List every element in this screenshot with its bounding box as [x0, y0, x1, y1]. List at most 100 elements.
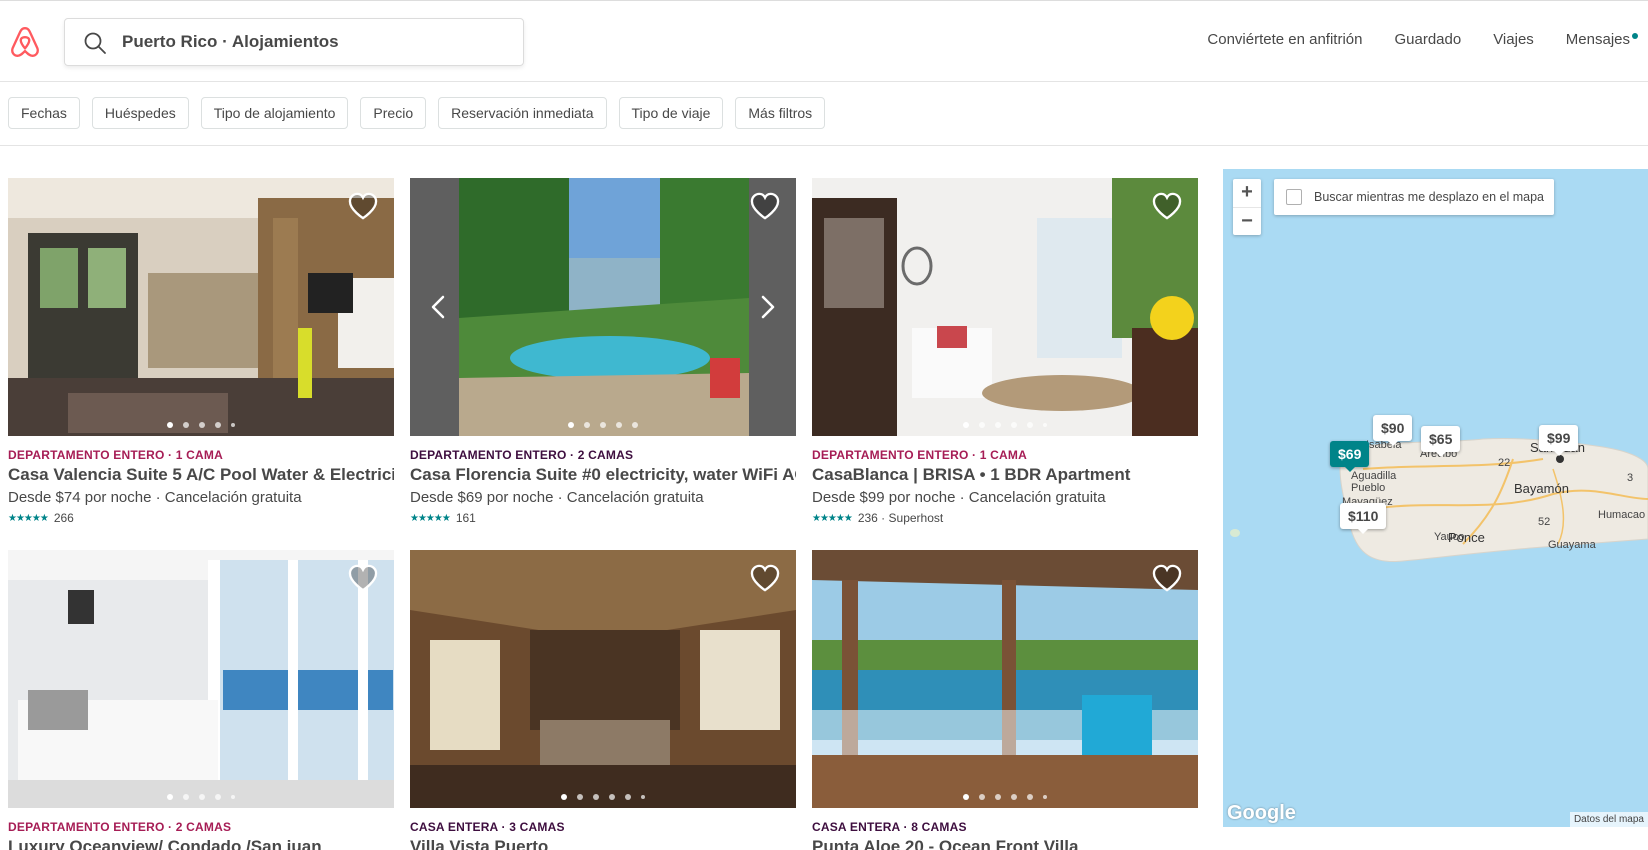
- price-pin[interactable]: $110: [1340, 503, 1387, 534]
- listing-kind: CASA ENTERA · 8 CAMAS: [812, 820, 967, 834]
- star-rating-icon: ★★★★★: [812, 512, 853, 524]
- carousel-dots: [410, 422, 796, 428]
- carousel-dot[interactable]: [1027, 794, 1033, 800]
- listing-title[interactable]: Villa Vista Puerto: [410, 837, 796, 850]
- listing-title[interactable]: Casa Valencia Suite 5 A/C Pool Water & E…: [8, 465, 394, 485]
- carousel-dot[interactable]: [625, 794, 631, 800]
- search-as-move-checkbox[interactable]: [1286, 189, 1302, 205]
- listing-rating: ★★★★★ 266: [8, 511, 394, 525]
- carousel-dot[interactable]: [963, 422, 969, 428]
- carousel-dots: [410, 794, 796, 800]
- carousel-dot[interactable]: [979, 422, 985, 428]
- price-pin[interactable]: $99: [1539, 425, 1579, 456]
- carousel-dot[interactable]: [231, 423, 235, 427]
- carousel-dot[interactable]: [167, 422, 173, 428]
- chevron-left-icon[interactable]: [426, 294, 452, 320]
- listing-photo[interactable]: [410, 550, 796, 808]
- carousel-dot[interactable]: [183, 422, 189, 428]
- search-query[interactable]: Puerto Rico · Alojamientos: [122, 32, 339, 52]
- listing-card[interactable]: CASA ENTERA · 8 CAMAS Punta Aloe 20 - Oc…: [812, 550, 1198, 850]
- carousel-dot[interactable]: [1027, 422, 1033, 428]
- carousel-dot[interactable]: [963, 794, 969, 800]
- nav-messages[interactable]: Mensajes: [1566, 31, 1638, 48]
- price-pin-selected[interactable]: $69: [1330, 441, 1370, 472]
- carousel-dot[interactable]: [593, 794, 599, 800]
- listing-photo[interactable]: [812, 550, 1198, 808]
- carousel-dot[interactable]: [167, 794, 173, 800]
- filter-home-type[interactable]: Tipo de alojamiento: [200, 97, 349, 129]
- search-icon: [84, 32, 106, 54]
- top-header: Puerto Rico · Alojamientos Conviértete e…: [0, 0, 1648, 82]
- carousel-dot[interactable]: [1043, 423, 1047, 427]
- carousel-dot[interactable]: [641, 795, 645, 799]
- carousel-dot[interactable]: [231, 795, 235, 799]
- carousel-dot[interactable]: [979, 794, 985, 800]
- nav-trips[interactable]: Viajes: [1493, 31, 1534, 48]
- zoom-in-button[interactable]: +: [1233, 179, 1261, 207]
- map-panel[interactable]: + − Buscar mientras me desplazo en el ma…: [1223, 169, 1648, 827]
- carousel-dot[interactable]: [609, 794, 615, 800]
- carousel-dot[interactable]: [568, 422, 574, 428]
- star-rating-icon: ★★★★★: [410, 512, 451, 524]
- carousel-dot[interactable]: [215, 422, 221, 428]
- carousel-dot[interactable]: [616, 422, 622, 428]
- filter-guests[interactable]: Huéspedes: [91, 97, 189, 129]
- price-pin[interactable]: $65: [1421, 426, 1461, 457]
- carousel-dot[interactable]: [584, 422, 590, 428]
- listing-title[interactable]: Casa Florencia Suite #0 electricity, wat…: [410, 465, 796, 485]
- listing-title[interactable]: CasaBlanca | BRISA • 1 BDR Apartment: [812, 465, 1198, 485]
- listing-photo[interactable]: [8, 178, 394, 436]
- filter-more[interactable]: Más filtros: [735, 97, 826, 129]
- listing-photo[interactable]: [8, 550, 394, 808]
- carousel-dot[interactable]: [577, 794, 583, 800]
- price-pin[interactable]: $90: [1373, 415, 1413, 446]
- carousel-dot[interactable]: [215, 794, 221, 800]
- carousel-dot[interactable]: [1011, 422, 1017, 428]
- heart-icon[interactable]: [348, 192, 378, 220]
- listing-photo-image: [8, 178, 394, 436]
- listing-card[interactable]: DEPARTAMENTO ENTERO · 1 CAMA CasaBlanca …: [812, 178, 1198, 525]
- unread-indicator: [1632, 33, 1638, 39]
- heart-icon[interactable]: [1152, 192, 1182, 220]
- map-data-link[interactable]: Datos del mapa: [1569, 812, 1648, 827]
- search-bar[interactable]: Puerto Rico · Alojamientos: [64, 18, 524, 66]
- google-logo: Google: [1227, 802, 1296, 824]
- filter-instant-book[interactable]: Reservación inmediata: [438, 97, 607, 129]
- nav-become-host[interactable]: Conviértete en anfitrión: [1207, 31, 1362, 48]
- carousel-dot[interactable]: [199, 422, 205, 428]
- airbnb-logo-icon[interactable]: [8, 25, 42, 59]
- map-search-toggle[interactable]: Buscar mientras me desplazo en el mapa: [1274, 179, 1554, 215]
- listing-card[interactable]: DEPARTAMENTO ENTERO · 1 CAMA Casa Valenc…: [8, 178, 394, 525]
- carousel-dot[interactable]: [561, 794, 567, 800]
- listing-card[interactable]: CASA ENTERA · 3 CAMAS Villa Vista Puerto: [410, 550, 796, 850]
- carousel-dot[interactable]: [995, 794, 1001, 800]
- zoom-out-button[interactable]: −: [1233, 207, 1261, 235]
- heart-icon[interactable]: [348, 564, 378, 592]
- carousel-dot[interactable]: [1043, 795, 1047, 799]
- listing-photo[interactable]: [410, 178, 796, 436]
- carousel-dot[interactable]: [183, 794, 189, 800]
- carousel-dot[interactable]: [600, 422, 606, 428]
- carousel-dot[interactable]: [199, 794, 205, 800]
- carousel-dot[interactable]: [632, 422, 638, 428]
- nav-saved[interactable]: Guardado: [1394, 31, 1461, 48]
- filter-trip-type[interactable]: Tipo de viaje: [618, 97, 724, 129]
- review-count: 161: [455, 511, 476, 525]
- carousel-dot[interactable]: [995, 422, 1001, 428]
- listing-title[interactable]: Punta Aloe 20 - Ocean Front Villa: [812, 837, 1198, 850]
- filter-dates[interactable]: Fechas: [8, 97, 80, 129]
- top-nav: Conviértete en anfitrión Guardado Viajes…: [1207, 31, 1638, 48]
- chevron-right-icon[interactable]: [754, 294, 780, 320]
- listing-card[interactable]: DEPARTAMENTO ENTERO · 2 CAMAS Luxury Oce…: [8, 550, 394, 850]
- listing-price: Desde $69 por noche · Cancelación gratui…: [410, 489, 796, 506]
- price-suffix: por noche · Cancelación gratuita: [888, 489, 1106, 506]
- heart-icon[interactable]: [750, 192, 780, 220]
- carousel-dot[interactable]: [1011, 794, 1017, 800]
- price-suffix: por noche · Cancelación gratuita: [486, 489, 704, 506]
- heart-icon[interactable]: [750, 564, 780, 592]
- listing-title[interactable]: Luxury Oceanview/ Condado /San juan: [8, 837, 394, 850]
- heart-icon[interactable]: [1152, 564, 1182, 592]
- filter-price[interactable]: Precio: [360, 97, 427, 129]
- listing-card[interactable]: DEPARTAMENTO ENTERO · 2 CAMAS Casa Flore…: [410, 178, 796, 525]
- listing-photo[interactable]: [812, 178, 1198, 436]
